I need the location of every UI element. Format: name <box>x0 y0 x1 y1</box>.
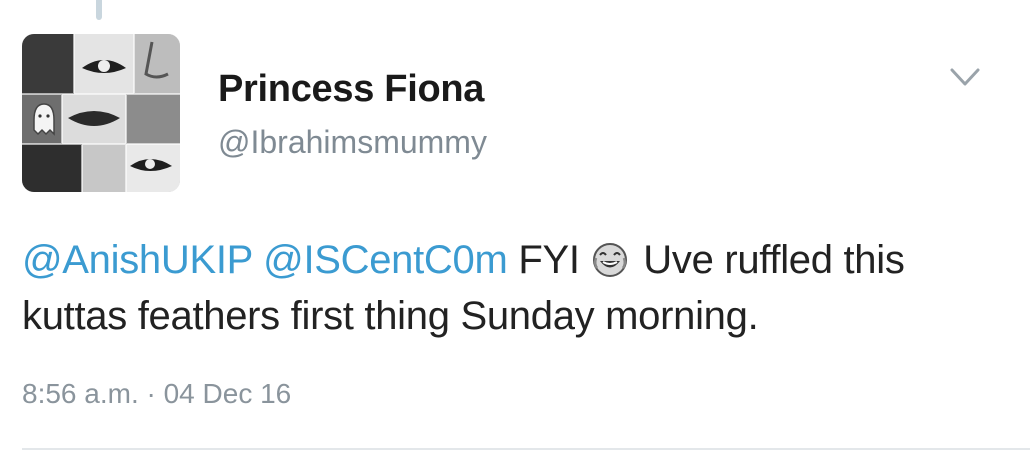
tweet-text: @AnishUKIP @ISCentC0m FYI Uve ruffled th… <box>22 232 1012 344</box>
avatar[interactable] <box>22 34 180 192</box>
author-handle[interactable]: @Ibrahimsmummy <box>218 124 487 161</box>
divider <box>22 448 1030 450</box>
face-with-tears-of-joy-icon <box>592 237 628 277</box>
chevron-down-icon[interactable] <box>940 58 990 98</box>
collage-avatar-icon <box>22 34 180 192</box>
tweet-timestamp[interactable]: 8:56 a.m. · 04 Dec 16 <box>22 378 291 410</box>
author-display-name[interactable]: Princess Fiona <box>218 68 484 111</box>
thread-connector-line <box>96 0 102 20</box>
mention-link[interactable]: @ISCentC0m <box>263 238 508 282</box>
tweet-card[interactable]: Princess Fiona @Ibrahimsmummy @AnishUKIP… <box>0 0 1030 464</box>
mention-link[interactable]: @AnishUKIP <box>22 238 253 282</box>
tweet-text-segment: FYI <box>507 238 591 282</box>
